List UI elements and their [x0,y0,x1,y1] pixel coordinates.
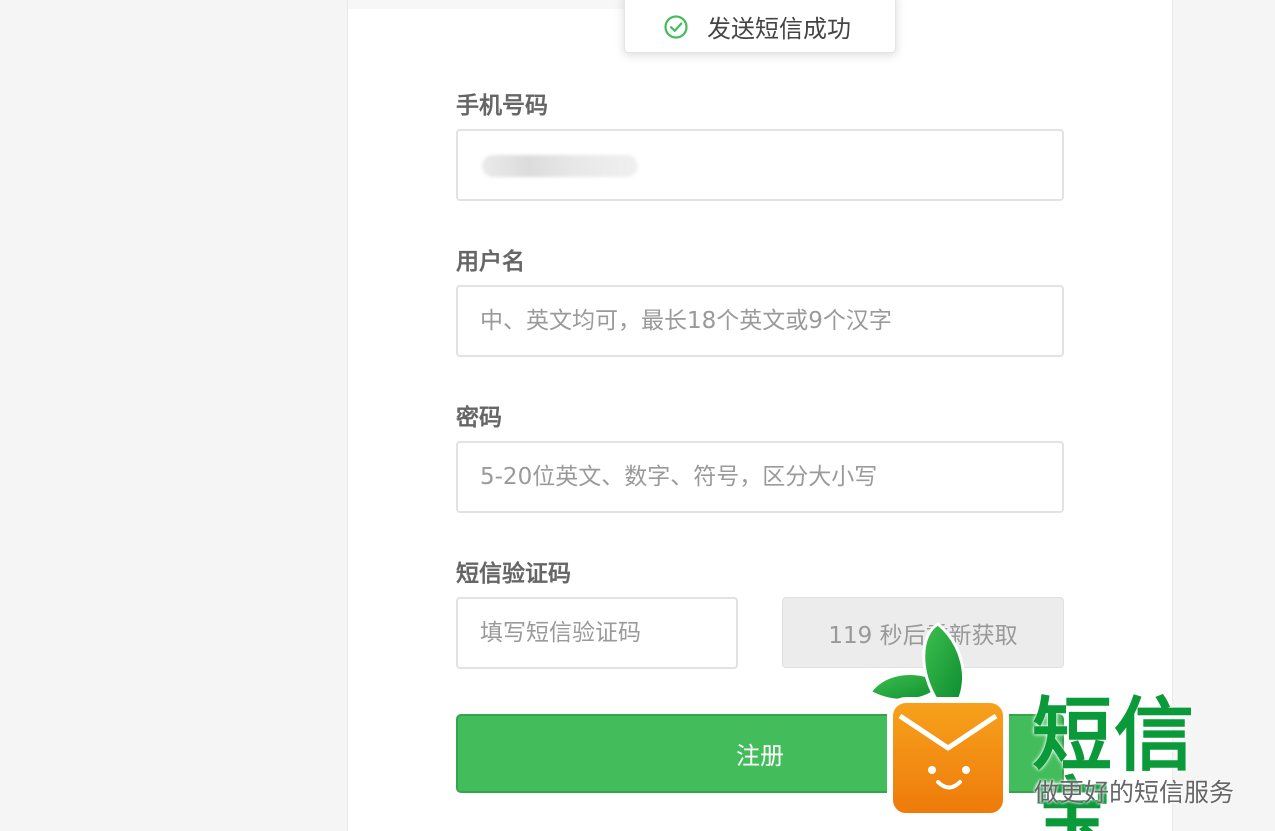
check-circle-icon [664,14,688,39]
password-label: 密码 [456,405,502,431]
card-top-strip [348,0,628,9]
phone-label: 手机号码 [456,93,548,119]
brand-slogan: 做更好的短信服务 [1034,778,1235,807]
password-input[interactable] [456,441,1064,513]
success-toast: 发送短信成功 [624,0,896,53]
username-label: 用户名 [456,249,525,275]
toast-message: 发送短信成功 [707,15,851,43]
sms-code-input[interactable] [456,597,738,669]
sms-code-label: 短信验证码 [456,561,571,587]
username-input[interactable] [456,285,1064,357]
brand-name: 短信宝 [1032,689,1196,831]
phone-number-redaction [482,155,638,177]
